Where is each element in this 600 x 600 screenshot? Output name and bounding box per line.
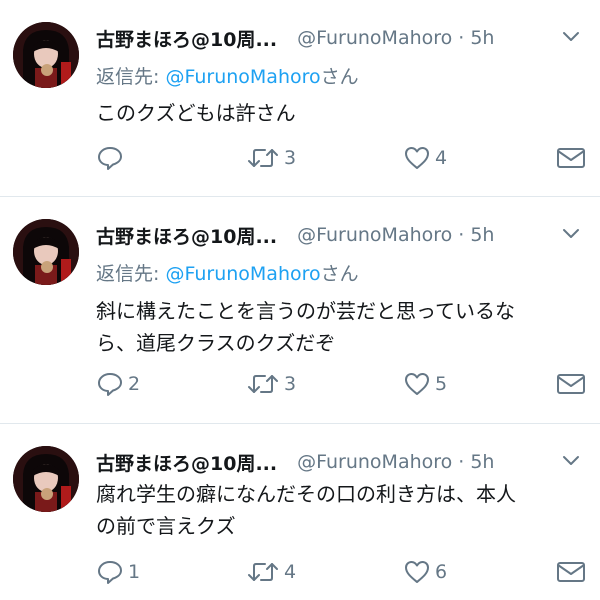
tweet-text-line: このクズどもは許さん: [96, 101, 296, 125]
timestamp[interactable]: 5h: [470, 224, 494, 246]
reply-icon: [98, 147, 122, 170]
retweet-icon: [248, 563, 278, 581]
tweet[interactable]: 古野まほろ@10周... @FurunoMahoro · 5h 返信先: @Fu…: [0, 197, 600, 423]
retweet-count: 3: [284, 147, 297, 169]
tweet-actions: 1 4 6: [96, 558, 596, 586]
envelope-icon: [557, 148, 585, 168]
user-handle[interactable]: @FurunoMahoro: [297, 27, 452, 49]
separator: ·: [458, 451, 465, 473]
display-name[interactable]: 古野まほろ@10周...: [96, 25, 277, 52]
tweet-actions: 3 4: [96, 144, 596, 172]
tweet[interactable]: 古野まほろ@10周... @FurunoMahoro · 5h 返信先: @Fu…: [0, 0, 600, 196]
avatar[interactable]: [13, 22, 79, 88]
retweet-button[interactable]: 3: [246, 370, 296, 398]
timestamp[interactable]: 5h: [470, 451, 494, 473]
reply-icon: [98, 373, 122, 396]
reply-mention-link[interactable]: @FurunoMahoro: [165, 263, 320, 285]
like-count: 6: [435, 561, 448, 583]
like-button[interactable]: 5: [403, 370, 447, 398]
reply-icon: [98, 561, 122, 584]
user-handle[interactable]: @FurunoMahoro: [297, 224, 452, 246]
direct-message-button[interactable]: [556, 144, 586, 172]
reply-prefix: 返信先:: [96, 66, 166, 88]
tweet-text-line: ら、道尾クラスのクズだぞ: [96, 331, 336, 355]
like-button[interactable]: 6: [403, 558, 447, 586]
tweet-actions: 2 3 5: [96, 370, 596, 398]
retweet-icon: [248, 149, 278, 167]
reply-suffix: さん: [320, 263, 359, 285]
user-handle[interactable]: @FurunoMahoro: [297, 451, 452, 473]
reply-button[interactable]: [96, 144, 128, 172]
reply-prefix: 返信先:: [96, 263, 166, 285]
reply-context: 返信先: @FurunoMahoroさん: [96, 259, 359, 286]
heart-icon: [405, 561, 429, 583]
tweet-text-line: の前で言えクズ: [96, 514, 236, 538]
retweet-button[interactable]: 4: [246, 558, 296, 586]
tweet-text: 腐れ学生の癖になんだその口の利き方は、本人 の前で言えクズ: [96, 478, 591, 542]
envelope-icon: [557, 562, 585, 582]
separator: ·: [458, 27, 465, 49]
separator: ·: [458, 224, 465, 246]
like-count: 4: [435, 147, 448, 169]
chevron-down-icon[interactable]: [560, 450, 582, 472]
timestamp[interactable]: 5h: [470, 27, 494, 49]
reply-mention-link[interactable]: @FurunoMahoro: [165, 66, 320, 88]
chevron-down-icon[interactable]: [560, 223, 582, 245]
like-button[interactable]: 4: [403, 144, 447, 172]
reply-suffix: さん: [320, 66, 359, 88]
direct-message-button[interactable]: [556, 370, 586, 398]
tweet[interactable]: 古野まほろ@10周... @FurunoMahoro · 5h 腐れ学生の癖にな…: [0, 424, 600, 600]
reply-context: 返信先: @FurunoMahoroさん: [96, 62, 359, 89]
reply-count: 2: [128, 373, 141, 395]
envelope-icon: [557, 374, 585, 394]
tweet-header: 古野まほろ@10周... @FurunoMahoro · 5h: [96, 221, 494, 249]
tweet-header: 古野まほろ@10周... @FurunoMahoro · 5h: [96, 448, 494, 476]
tweet-text-line: 斜に構えたことを言うのが芸だと思っているな: [96, 299, 515, 323]
tweet-header: 古野まほろ@10周... @FurunoMahoro · 5h: [96, 24, 494, 52]
heart-icon: [405, 373, 429, 395]
display-name[interactable]: 古野まほろ@10周...: [96, 449, 277, 476]
display-name[interactable]: 古野まほろ@10周...: [96, 222, 277, 249]
tweet-text-line: 腐れ学生の癖になんだその口の利き方は、本人: [96, 482, 516, 506]
reply-button[interactable]: 2: [96, 370, 140, 398]
chevron-down-icon[interactable]: [560, 26, 582, 48]
heart-icon: [405, 147, 429, 169]
like-count: 5: [435, 373, 448, 395]
retweet-button[interactable]: 3: [246, 144, 296, 172]
direct-message-button[interactable]: [556, 558, 586, 586]
avatar[interactable]: [13, 219, 79, 285]
retweet-count: 4: [284, 561, 297, 583]
avatar[interactable]: [13, 446, 79, 512]
retweet-count: 3: [284, 373, 297, 395]
retweet-icon: [248, 375, 278, 393]
reply-count: 1: [128, 561, 141, 583]
tweet-text: 斜に構えたことを言うのが芸だと思っているな ら、道尾クラスのクズだぞ: [96, 295, 591, 359]
reply-button[interactable]: 1: [96, 558, 140, 586]
tweet-text: このクズどもは許さん: [96, 97, 591, 129]
